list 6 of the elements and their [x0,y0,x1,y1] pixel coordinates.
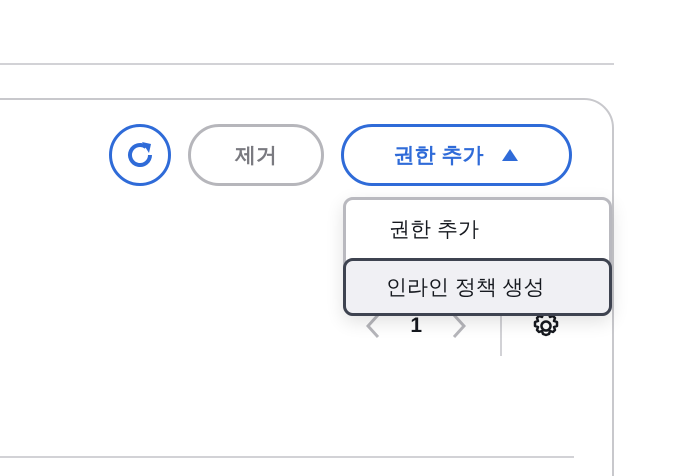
add-permission-button[interactable]: 권한 추가 [341,124,572,186]
chevron-left-icon[interactable] [366,313,380,339]
caret-icon [501,148,520,162]
chevron-right-icon[interactable] [452,313,466,339]
page-number[interactable]: 1 [410,314,422,338]
menu-item[interactable]: 인라인 정책 생성 [343,258,612,316]
